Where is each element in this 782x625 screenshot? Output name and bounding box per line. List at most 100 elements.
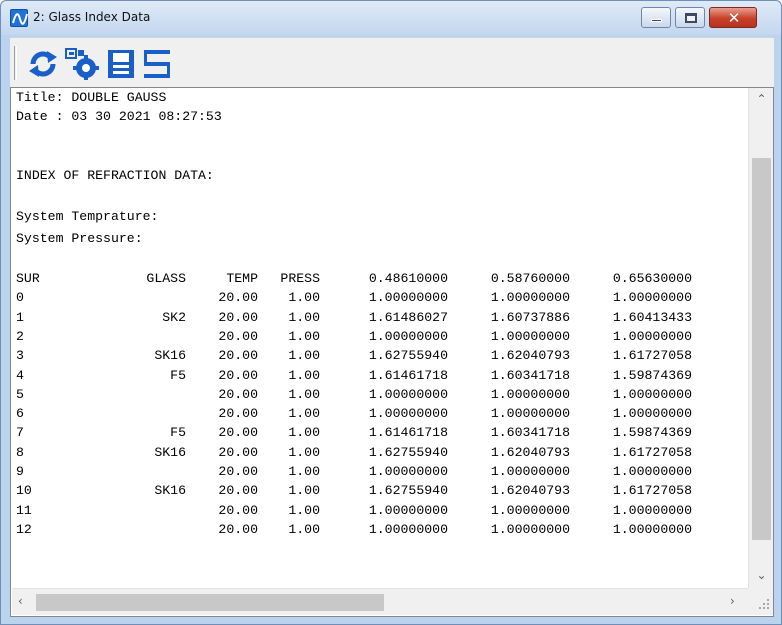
temperature-label: System Temprature: (16, 209, 159, 224)
toolbar-grip[interactable] (14, 46, 17, 80)
table-cell-col-press: 1.00 (288, 444, 320, 460)
refresh-icon (29, 51, 57, 77)
table-cell-col-glass (120, 520, 186, 539)
table-cell-col-press: 1.00 (288, 502, 320, 518)
table-cell-col-press: 1.00 (288, 367, 320, 383)
header-col-wave-1: 0.48610000 (368, 271, 448, 286)
save-icon (108, 50, 134, 78)
table-cell-col-wave-3: 1.00000000 (612, 464, 692, 479)
print-button[interactable] (140, 47, 174, 81)
table-cell-col-glass (120, 288, 186, 307)
table-cell-col-press: 1.00 (288, 483, 320, 499)
table-cell-col-wave-3: 1.00000000 (612, 328, 692, 344)
table-cell-col-wave-2: 1.00000000 (490, 502, 570, 518)
section-heading: INDEX OF REFRACTION DATA: (16, 168, 214, 183)
maximize-icon (685, 13, 697, 23)
scroll-left-icon[interactable]: ‹ (18, 594, 23, 608)
scroll-right-icon[interactable]: › (730, 594, 735, 608)
report-date: Date : 03 30 2021 08:27:53 (16, 109, 222, 124)
table-cell-col-temp: 20.00 (218, 328, 258, 344)
table-cell-col-temp: 20.00 (218, 483, 258, 499)
report-text-area[interactable]: Title: DOUBLE GAUSS Date : 03 30 2021 08… (12, 88, 747, 588)
settings-button[interactable] (64, 47, 99, 81)
table-cell-col-glass: SK16 (154, 483, 186, 499)
resize-grip-icon[interactable] (748, 588, 773, 615)
table-cell-col-press: 1.00 (288, 348, 320, 364)
table-cell-col-press: 1.00 (288, 425, 320, 441)
refresh-button[interactable] (26, 47, 60, 81)
toolbar (10, 37, 774, 87)
table-cell-col-sur: 5 (16, 386, 24, 402)
table-cell-col-glass (120, 327, 186, 346)
table-cell-col-sur: 2 (16, 328, 24, 344)
table-cell-col-wave-2: 1.60341718 (490, 367, 570, 383)
table-cell-col-sur: 7 (16, 425, 24, 441)
table-cell-col-wave-3: 1.00000000 (612, 290, 692, 306)
minimize-button[interactable] (641, 7, 671, 28)
table-cell-col-wave-2: 1.62040793 (490, 483, 570, 499)
table-cell-col-glass: F5 (170, 367, 186, 383)
table-cell-col-sur: 4 (16, 367, 24, 383)
table-cell-col-wave-1: 1.62755940 (368, 483, 448, 499)
vertical-scrollbar[interactable]: ⌃ ⌄ (748, 88, 773, 588)
table-cell-col-glass: SK16 (154, 444, 186, 460)
table-cell-col-wave-3: 1.61727058 (612, 483, 692, 499)
table-cell-col-wave-1: 1.62755940 (368, 444, 448, 460)
table-cell-col-wave-3: 1.60413433 (612, 309, 692, 325)
table-cell-col-wave-1: 1.00000000 (368, 502, 448, 518)
table-cell-col-wave-1: 1.61461718 (368, 367, 448, 383)
table-cell-col-sur: 11 (16, 502, 32, 518)
table-cell-col-wave-2: 1.60341718 (490, 425, 570, 441)
table-cell-col-glass (120, 501, 186, 520)
header-col-wave-3: 0.65630000 (612, 271, 692, 286)
table-cell-col-wave-1: 1.00000000 (368, 328, 448, 344)
table-cell-col-temp: 20.00 (218, 406, 258, 422)
table-cell-col-glass: SK16 (154, 348, 186, 364)
table-cell-col-temp: 20.00 (218, 502, 258, 518)
close-icon: ✕ (727, 9, 741, 27)
table-cell-col-glass (120, 404, 186, 423)
title-bar[interactable]: 2: Glass Index Data ✕ (1, 1, 781, 35)
table-cell-col-sur: 0 (16, 290, 24, 306)
horizontal-scroll-thumb[interactable] (36, 594, 384, 611)
table-cell-col-wave-1: 1.00000000 (368, 386, 448, 402)
table-cell-col-temp: 20.00 (218, 367, 258, 383)
table-cell-col-temp: 20.00 (218, 464, 258, 479)
table-cell-col-wave-3: 1.00000000 (612, 502, 692, 518)
table-cell-col-wave-2: 1.00000000 (490, 464, 570, 479)
table-cell-col-wave-2: 1.62040793 (490, 348, 570, 364)
table-cell-col-wave-2: 1.00000000 (490, 521, 570, 537)
scroll-up-icon[interactable]: ⌃ (749, 92, 774, 106)
header-col-wave-2: 0.58760000 (490, 271, 570, 286)
minimize-icon (651, 19, 662, 22)
table-cell-col-sur: 10 (16, 483, 32, 499)
waveform-app-icon[interactable] (10, 9, 28, 27)
table-cell-col-temp: 20.00 (218, 290, 258, 306)
table-cell-col-wave-2: 1.00000000 (490, 406, 570, 422)
table-cell-col-temp: 20.00 (218, 309, 258, 325)
table-cell-col-wave-1: 1.61461718 (368, 425, 448, 441)
table-cell-col-press: 1.00 (288, 328, 320, 344)
header-col-press: PRESS (280, 271, 320, 286)
table-cell-col-press: 1.00 (288, 521, 320, 537)
header-col-sur: SUR (16, 271, 40, 286)
table-cell-col-press: 1.00 (288, 309, 320, 325)
table-cell-col-temp: 20.00 (218, 444, 258, 460)
table-cell-col-wave-3: 1.00000000 (612, 406, 692, 422)
scroll-down-icon[interactable]: ⌄ (749, 568, 774, 582)
text-report-panel: Title: DOUBLE GAUSS Date : 03 30 2021 08… (10, 87, 774, 617)
table-cell-col-sur: 3 (16, 348, 24, 364)
window-title: 2: Glass Index Data (33, 10, 151, 24)
maximize-button[interactable] (675, 7, 705, 28)
close-button[interactable]: ✕ (709, 7, 757, 28)
table-cell-col-press: 1.00 (288, 290, 320, 306)
table-cell-col-sur: 12 (16, 521, 32, 537)
table-cell-col-wave-1: 1.00000000 (368, 406, 448, 422)
vertical-scroll-thumb[interactable] (752, 158, 771, 540)
table-cell-col-glass: F5 (170, 425, 186, 441)
horizontal-scrollbar[interactable]: ‹ › (12, 588, 748, 615)
table-cell-col-sur: 8 (16, 444, 24, 460)
glass-index-window: 2: Glass Index Data ✕ Title: DOUBLE GAUS… (0, 0, 782, 625)
table-cell-col-wave-3: 1.59874369 (612, 367, 692, 383)
save-button[interactable] (104, 47, 138, 81)
